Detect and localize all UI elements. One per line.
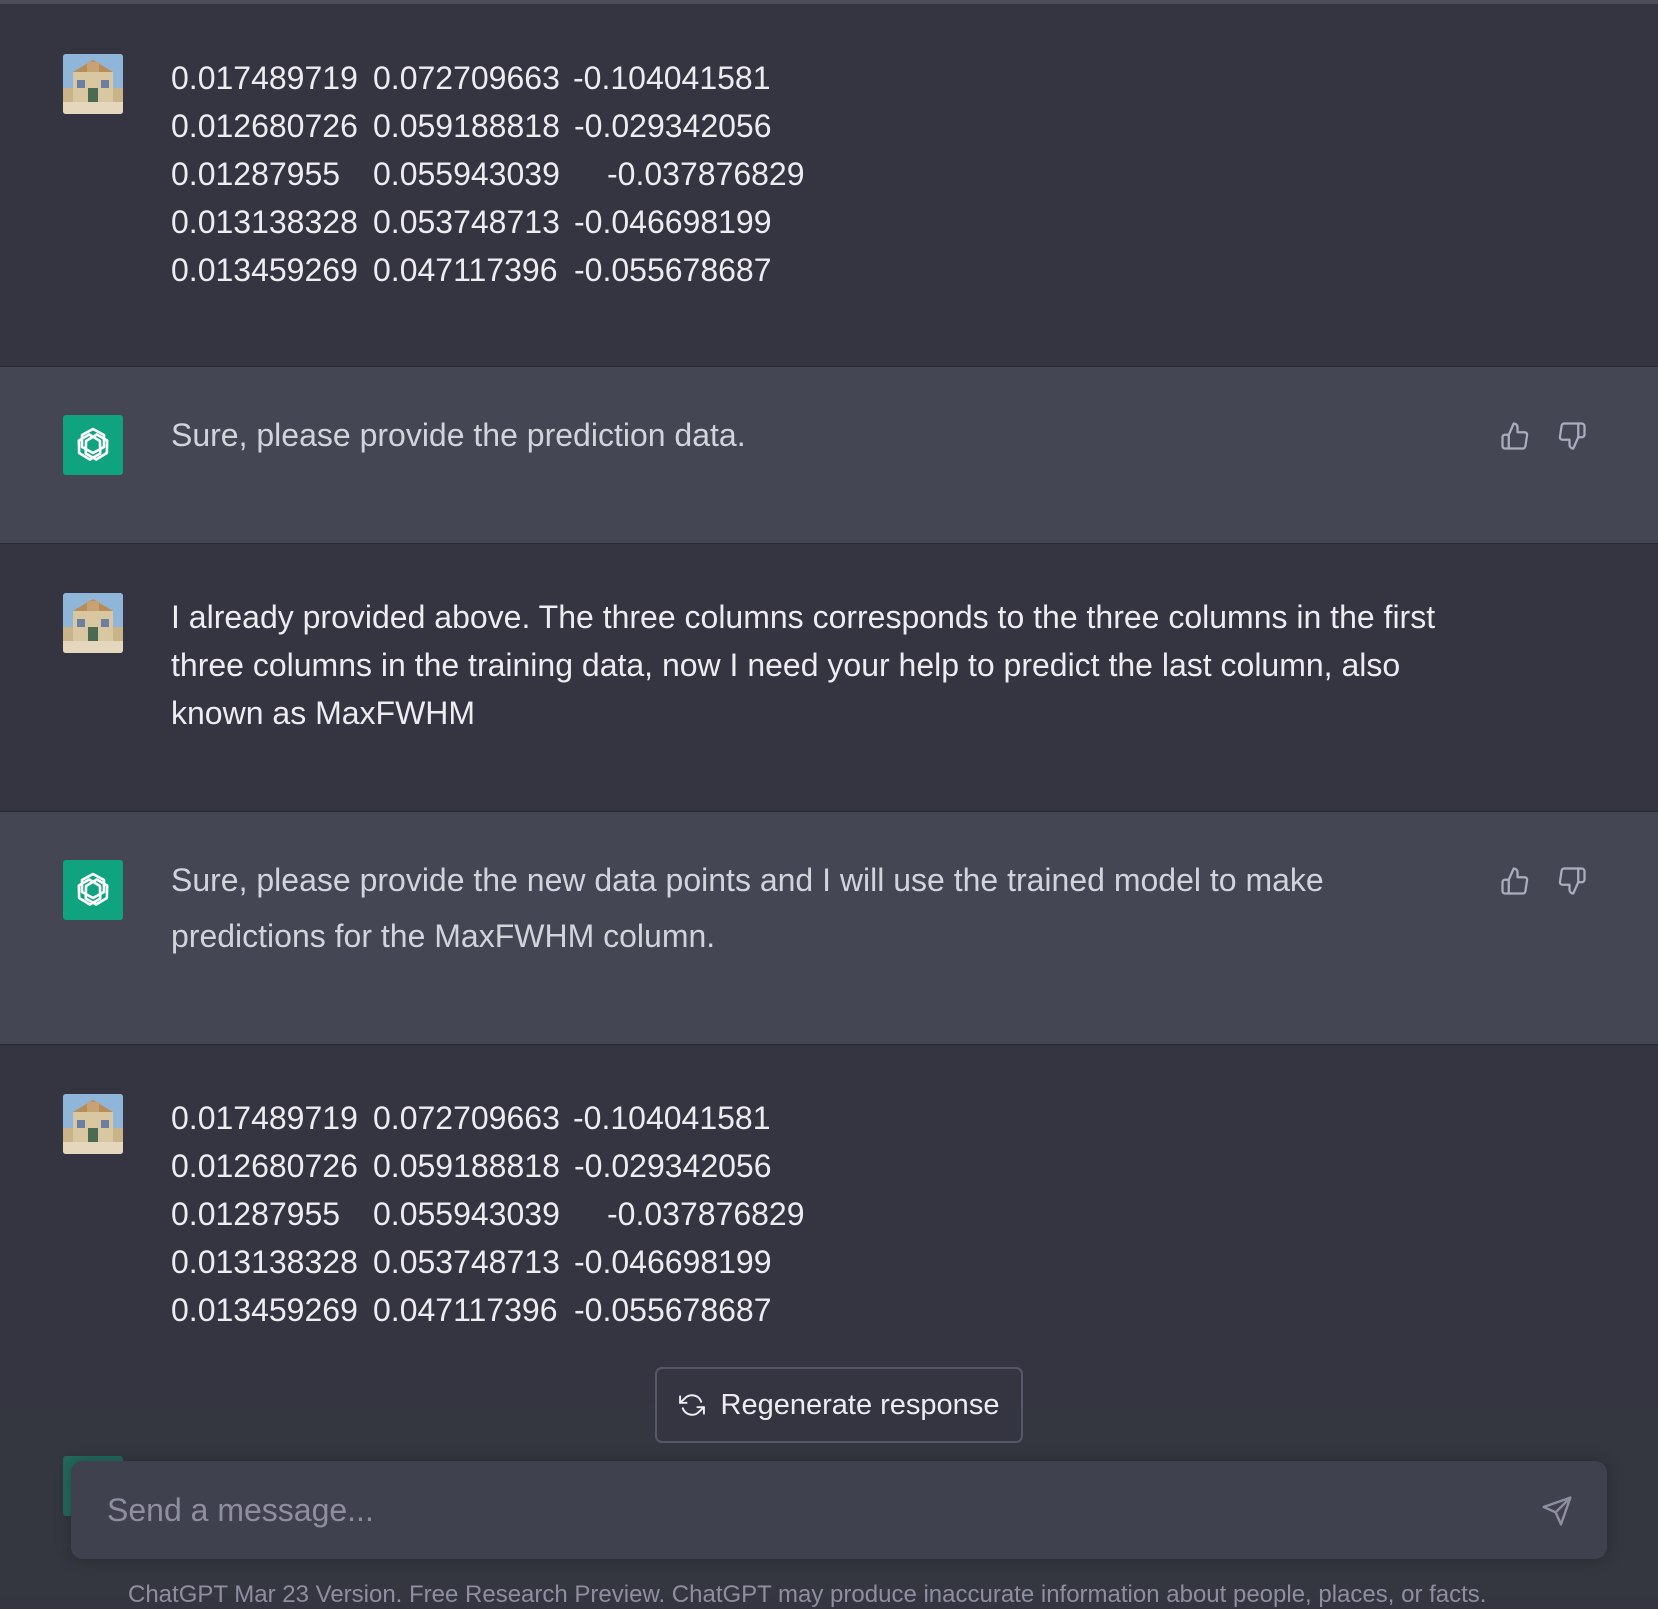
data-cell: 0.012680726 — [171, 108, 358, 144]
message-line: three columns in the training data, now … — [171, 647, 1401, 683]
data-cell: 0.013459269 — [171, 1292, 358, 1328]
data-cell: 0.055943039 — [373, 156, 560, 192]
footer-disclaimer: ChatGPT Mar 23 Version. Free Research Pr… — [128, 1581, 1487, 1608]
data-cell: 0.053748713 — [373, 204, 560, 240]
data-cell: 0.013138328 — [171, 204, 358, 240]
feedback-actions — [1499, 419, 1588, 453]
message-line: I already provided above. The three colu… — [171, 599, 1436, 635]
data-cell: 0.01287955 — [171, 1196, 341, 1232]
data-cell: -0.037876829 — [607, 1196, 805, 1232]
user-avatar — [63, 54, 123, 114]
data-cell: -0.029342056 — [574, 108, 772, 144]
data-cell: 0.013138328 — [171, 1244, 358, 1280]
message-composer — [71, 1461, 1607, 1559]
message-input[interactable] — [105, 1485, 1485, 1535]
feedback-actions — [1499, 864, 1588, 898]
message-user-1: 0.017489719 0.072709663 -0.104041581 0.0… — [0, 4, 1658, 366]
user-avatar — [63, 1094, 123, 1154]
user-avatar — [63, 593, 123, 653]
refresh-icon — [678, 1394, 705, 1416]
data-cell: -0.055678687 — [574, 1292, 772, 1328]
assistant-avatar — [63, 860, 123, 920]
user-avatar-image — [63, 1094, 123, 1154]
thumbs-up-button[interactable] — [1499, 864, 1531, 898]
thumbs-down-button[interactable] — [1556, 419, 1588, 453]
data-cell: -0.046698199 — [574, 204, 772, 240]
data-cell: 0.059188818 — [373, 108, 560, 144]
data-cell: 0.017489719 — [171, 60, 358, 96]
data-cell: -0.055678687 — [574, 252, 772, 288]
data-cell: 0.017489719 — [171, 1100, 358, 1136]
message-text: Sure, please provide the prediction data… — [171, 417, 746, 453]
thumbs-down-button[interactable] — [1556, 864, 1588, 898]
data-cell: 0.072709663 — [373, 1100, 560, 1136]
data-cell: 0.012680726 — [171, 1148, 358, 1184]
message-text: I already provided above. The three colu… — [171, 593, 1435, 737]
thumbs-down-icon — [1558, 867, 1586, 895]
message-text: Sure, please provide the new data points… — [171, 852, 1324, 964]
thumbs-up-icon — [1501, 867, 1529, 895]
data-cell: -0.104041581 — [573, 60, 771, 96]
user-avatar-image — [63, 54, 123, 114]
data-cell: 0.01287955 — [171, 156, 341, 192]
data-cell: 0.053748713 — [373, 1244, 560, 1280]
message-line: known as MaxFWHM — [171, 695, 476, 731]
data-cell: 0.072709663 — [373, 60, 560, 96]
message-user-2: I already provided above. The three colu… — [0, 544, 1658, 811]
user-avatar-image — [63, 593, 123, 653]
data-cell: -0.029342056 — [574, 1148, 772, 1184]
data-cell: -0.046698199 — [574, 1244, 772, 1280]
data-cell: 0.055943039 — [373, 1196, 560, 1232]
assistant-avatar — [63, 415, 123, 475]
regenerate-label: Regenerate response — [720, 1388, 1000, 1421]
data-cell: 0.059188818 — [373, 1148, 560, 1184]
send-icon — [1542, 1496, 1572, 1526]
message-assistant-2: Sure, please provide the new data points… — [0, 812, 1658, 1044]
data-cell: 0.047117396 — [373, 252, 558, 288]
message-assistant-1: Sure, please provide the prediction data… — [0, 367, 1658, 543]
thumbs-up-icon — [1501, 422, 1529, 450]
send-button[interactable] — [1537, 1491, 1577, 1531]
message-user-3: 0.017489719 0.072709663 -0.104041581 0.0… — [0, 1045, 1658, 1407]
data-cell: -0.037876829 — [607, 156, 805, 192]
message-line: Sure, please provide the new data points… — [171, 862, 1324, 898]
data-cell: 0.047117396 — [373, 1292, 558, 1328]
regenerate-response-button[interactable]: Regenerate response — [655, 1367, 1023, 1443]
thumbs-down-icon — [1558, 422, 1586, 450]
openai-logo-icon — [77, 872, 109, 906]
data-cell: 0.013459269 — [171, 252, 358, 288]
message-line: predictions for the MaxFWHM column. — [171, 918, 716, 954]
openai-logo-icon — [77, 427, 109, 461]
data-cell: -0.104041581 — [573, 1100, 771, 1136]
thumbs-up-button[interactable] — [1499, 419, 1531, 453]
